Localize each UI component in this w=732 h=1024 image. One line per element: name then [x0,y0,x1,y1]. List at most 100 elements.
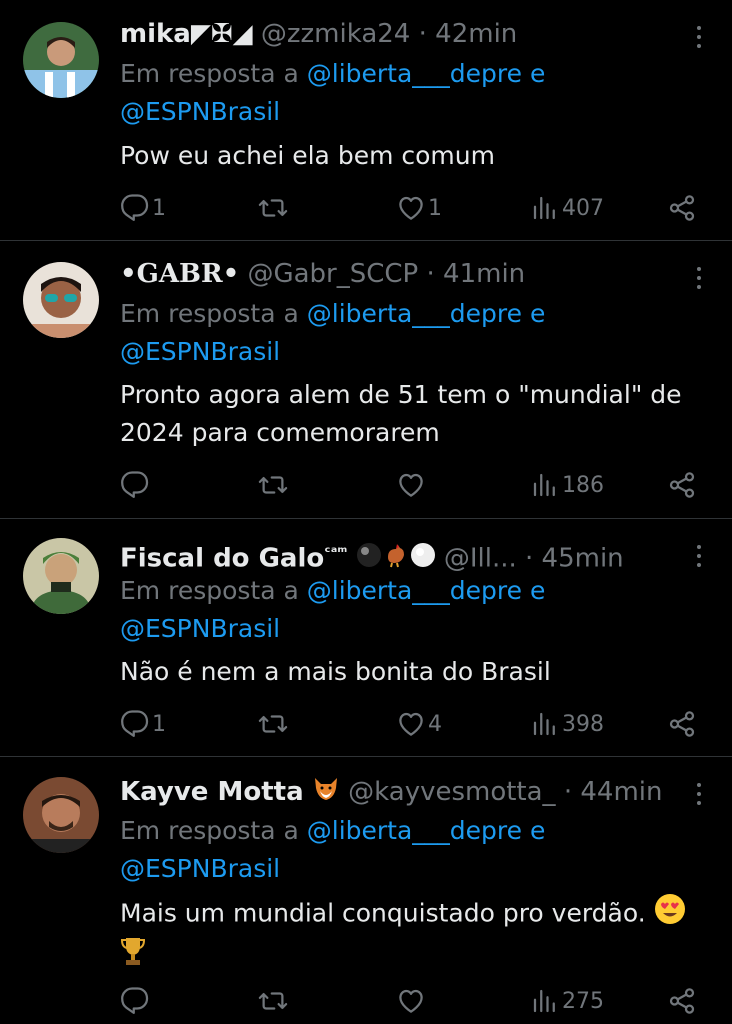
tweet-text: Não é nem a mais bonita do Brasil [120,657,551,686]
reply-button[interactable]: 1 [120,704,166,744]
reply-prefix: Em resposta a [120,816,299,845]
like-count: 4 [428,711,442,737]
separator-dot: · [426,259,435,289]
trophy-emoji [120,936,146,977]
reply-icon [120,193,150,223]
more-icon[interactable] [694,545,704,572]
action-bar: 1 4 398 [0,704,732,744]
tweet-header: •GABR• @Gabr_SCCP · 41min [120,257,672,291]
views-button[interactable]: 275 [530,981,604,1021]
action-bar: 1 1 407 [0,188,732,228]
share-icon [667,709,697,739]
tweet-header: mika◤✠◢ @zzmika24 · 42min [120,17,672,51]
view-count: 186 [562,472,604,498]
separator-dot: · [525,543,534,574]
user-handle[interactable]: @kayvesmotta_ [348,777,555,807]
reply-mention[interactable]: @ESPNBrasil [120,97,280,126]
reply-icon [120,986,150,1016]
reply-mention[interactable]: @liberta___depre [307,816,522,845]
reply-conjunction: e [530,299,546,328]
retweet-button[interactable] [258,981,290,1021]
reply-conjunction: e [530,59,546,88]
reply-conjunction: e [530,816,546,845]
views-button[interactable]: 407 [530,188,604,228]
share-icon [667,986,697,1016]
views-button[interactable]: 186 [530,465,604,505]
tweet-body: Mais um mundial conquistado pro verdão. [120,893,708,977]
reply-count: 1 [152,711,166,737]
views-icon [530,986,560,1016]
fox-emoji [312,775,340,810]
reply-mention[interactable]: @liberta___depre [307,299,522,328]
timestamp[interactable]: 41min [443,259,525,289]
like-button[interactable] [396,465,428,505]
share-button[interactable] [667,981,697,1021]
tweet[interactable]: Kayve Motta @kayvesmotta_ · 44min Em res… [0,757,732,1024]
views-button[interactable]: 398 [530,704,604,744]
avatar[interactable] [23,22,99,98]
view-count: 398 [562,711,604,737]
retweet-icon [258,986,288,1016]
share-button[interactable] [667,465,697,505]
tweet[interactable]: •GABR• @Gabr_SCCP · 41min Em resposta a … [0,241,732,519]
heart-icon [396,193,426,223]
display-name-suffix: ᶜᵃᵐ [324,543,348,561]
tweet-text: Mais um mundial conquistado pro verdão. [120,898,646,928]
reply-button[interactable] [120,981,152,1021]
avatar[interactable] [23,262,99,338]
reply-mention[interactable]: @liberta___depre [307,59,522,88]
retweet-button[interactable] [258,188,290,228]
reply-prefix: Em resposta a [120,576,299,605]
retweet-button[interactable] [258,704,290,744]
views-icon [530,193,560,223]
like-button[interactable] [396,981,428,1021]
reply-mention[interactable]: @ESPNBrasil [120,337,280,366]
tweet-text: Pronto agora alem de 51 tem o "mundial" … [120,380,682,447]
view-count: 407 [562,195,604,221]
retweet-icon [258,193,288,223]
user-handle[interactable]: @Gabr_SCCP [247,259,418,289]
reply-button[interactable]: 1 [120,188,166,228]
display-name[interactable]: •GABR• [120,259,239,289]
reply-mention[interactable]: @ESPNBrasil [120,854,280,883]
reply-prefix: Em resposta a [120,59,299,88]
display-name[interactable]: Kayve Motta [120,777,304,807]
views-icon [530,709,560,739]
heart-icon [396,709,426,739]
timestamp[interactable]: 42min [435,19,517,49]
tweet[interactable]: Fiscal do Galoᶜᵃᵐ @Ill... · 45min Em res… [0,519,732,757]
view-count: 275 [562,988,604,1014]
more-icon[interactable] [694,26,704,53]
timestamp[interactable]: 45min [542,544,624,574]
timestamp[interactable]: 44min [580,777,662,807]
share-icon [667,193,697,223]
reply-mention[interactable]: @ESPNBrasil [120,614,280,643]
heart-icon [396,470,426,500]
share-button[interactable] [667,704,697,744]
avatar[interactable] [23,777,99,853]
like-button[interactable]: 4 [396,704,442,744]
retweet-icon [258,470,288,500]
more-icon[interactable] [694,267,704,294]
tweet-header: Kayve Motta @kayvesmotta_ · 44min [120,775,672,810]
user-handle[interactable]: @zzmika24 [261,19,410,49]
user-handle[interactable]: @Ill... [444,544,517,574]
like-button[interactable]: 1 [396,188,442,228]
separator-dot: · [563,777,573,807]
reply-context: Em resposta a @liberta___depre e @ESPNBr… [120,812,712,888]
reply-count: 1 [152,195,166,221]
reply-button[interactable] [120,465,152,505]
retweet-button[interactable] [258,465,290,505]
reply-mention[interactable]: @liberta___depre [307,576,522,605]
avatar[interactable] [23,538,99,614]
reply-context: Em resposta a @liberta___depre e @ESPNBr… [120,572,712,648]
display-name[interactable]: Fiscal do Galo [120,544,324,574]
more-icon[interactable] [694,783,704,810]
share-button[interactable] [667,188,697,228]
reply-icon [120,470,150,500]
reply-icon [120,709,150,739]
reply-context: Em resposta a @liberta___depre e @ESPNBr… [120,295,712,371]
action-bar: 186 [0,465,732,505]
display-name[interactable]: mika◤✠◢ [120,19,253,49]
tweet[interactable]: mika◤✠◢ @zzmika24 · 42min Em resposta a … [0,0,732,241]
